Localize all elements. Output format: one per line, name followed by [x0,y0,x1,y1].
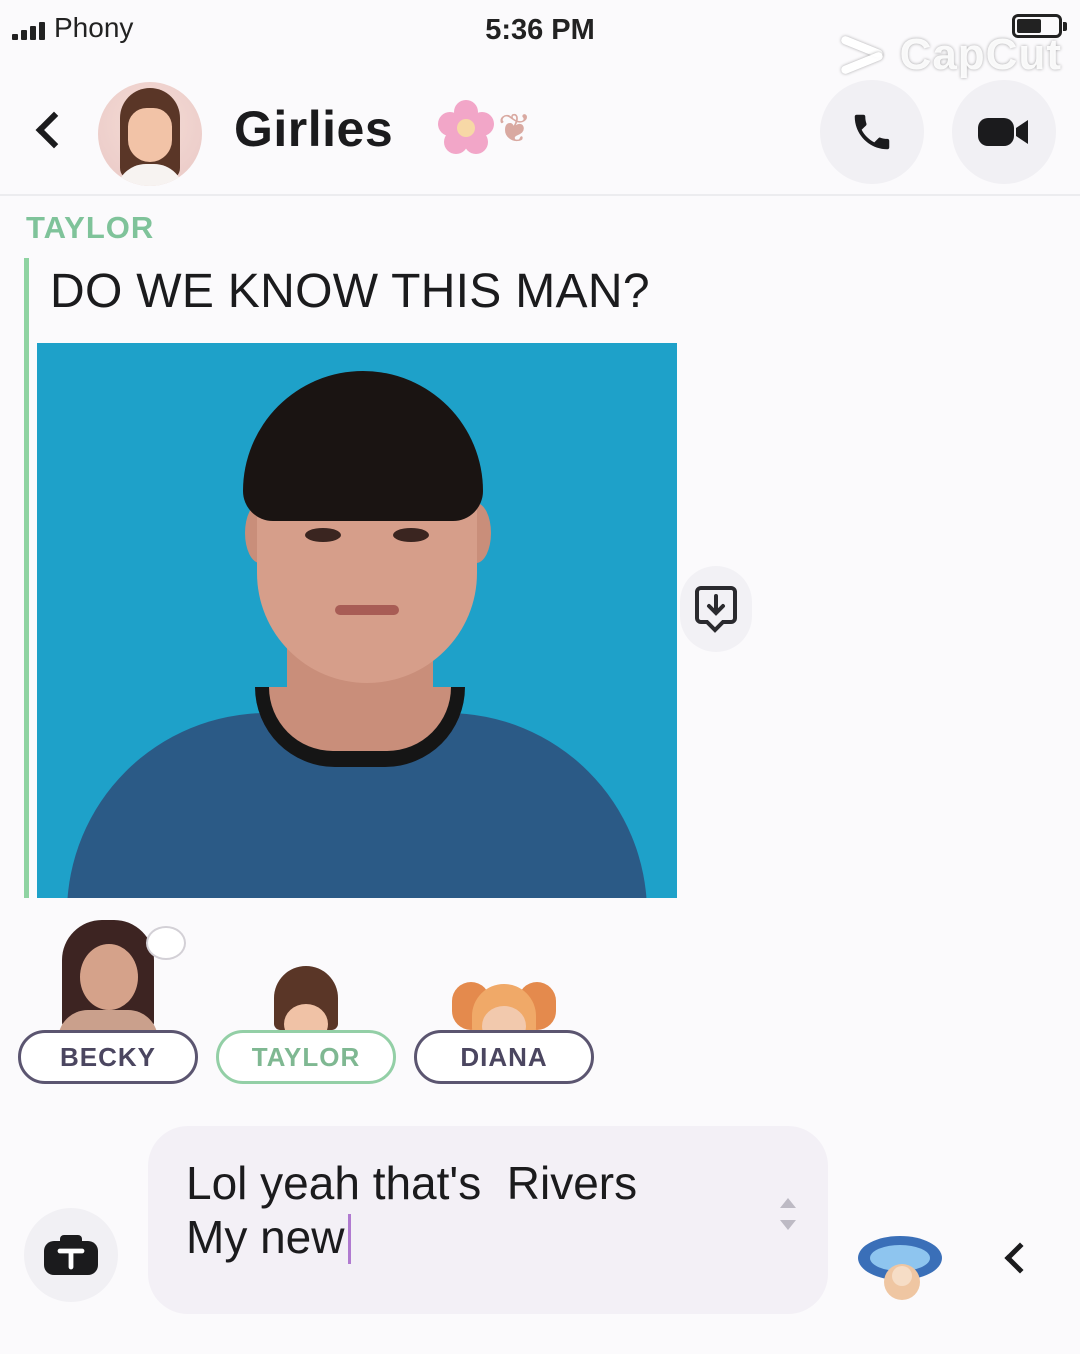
flower-icon [438,100,494,156]
back-button[interactable] [24,100,74,160]
read-receipt-name: BECKY [18,1030,198,1084]
chevron-left-icon [35,111,73,149]
chat-title[interactable]: Girlies [234,100,393,158]
group-avatar[interactable] [98,82,202,186]
message-input[interactable]: Lol yeah that's Rivers My new [148,1126,828,1314]
message-sender-bar [24,258,29,898]
message-input-text[interactable]: Lol yeah that's Rivers My new [186,1156,766,1264]
expand-arrows-icon[interactable] [778,1198,798,1238]
read-receipt-taylor[interactable]: TAYLOR [216,910,396,1090]
save-photo-button[interactable] [680,566,752,652]
title-emoji: ❦ [438,96,558,160]
capcut-logo-icon [836,35,890,75]
sticker-button[interactable] [852,1220,948,1304]
avatar [18,910,198,1030]
camera-icon [44,1235,98,1275]
ribbon-icon: ❦ [498,107,532,151]
camera-button[interactable] [24,1208,118,1302]
save-download-icon [695,586,737,633]
message-photo[interactable] [37,343,677,898]
text-caret [348,1214,352,1264]
video-call-button[interactable] [952,80,1056,184]
read-receipt-diana[interactable]: DIANA [414,910,594,1090]
phone-icon [854,114,890,150]
avatar [414,910,594,1030]
message-sender: TAYLOR [26,210,155,245]
sticker-icon [858,1236,942,1300]
message-text[interactable]: DO WE KNOW THIS MAN? [50,264,650,319]
avatar [216,910,396,1030]
call-button[interactable] [820,80,924,184]
video-camera-icon [978,118,1028,146]
read-receipt-name: TAYLOR [216,1030,396,1084]
chevron-left-icon [1004,1242,1036,1274]
chat-header: Girlies ❦ [0,70,1080,196]
read-receipt-becky[interactable]: BECKY [18,910,198,1090]
read-receipt-name: DIANA [414,1030,594,1084]
collapse-button[interactable] [990,1230,1040,1286]
